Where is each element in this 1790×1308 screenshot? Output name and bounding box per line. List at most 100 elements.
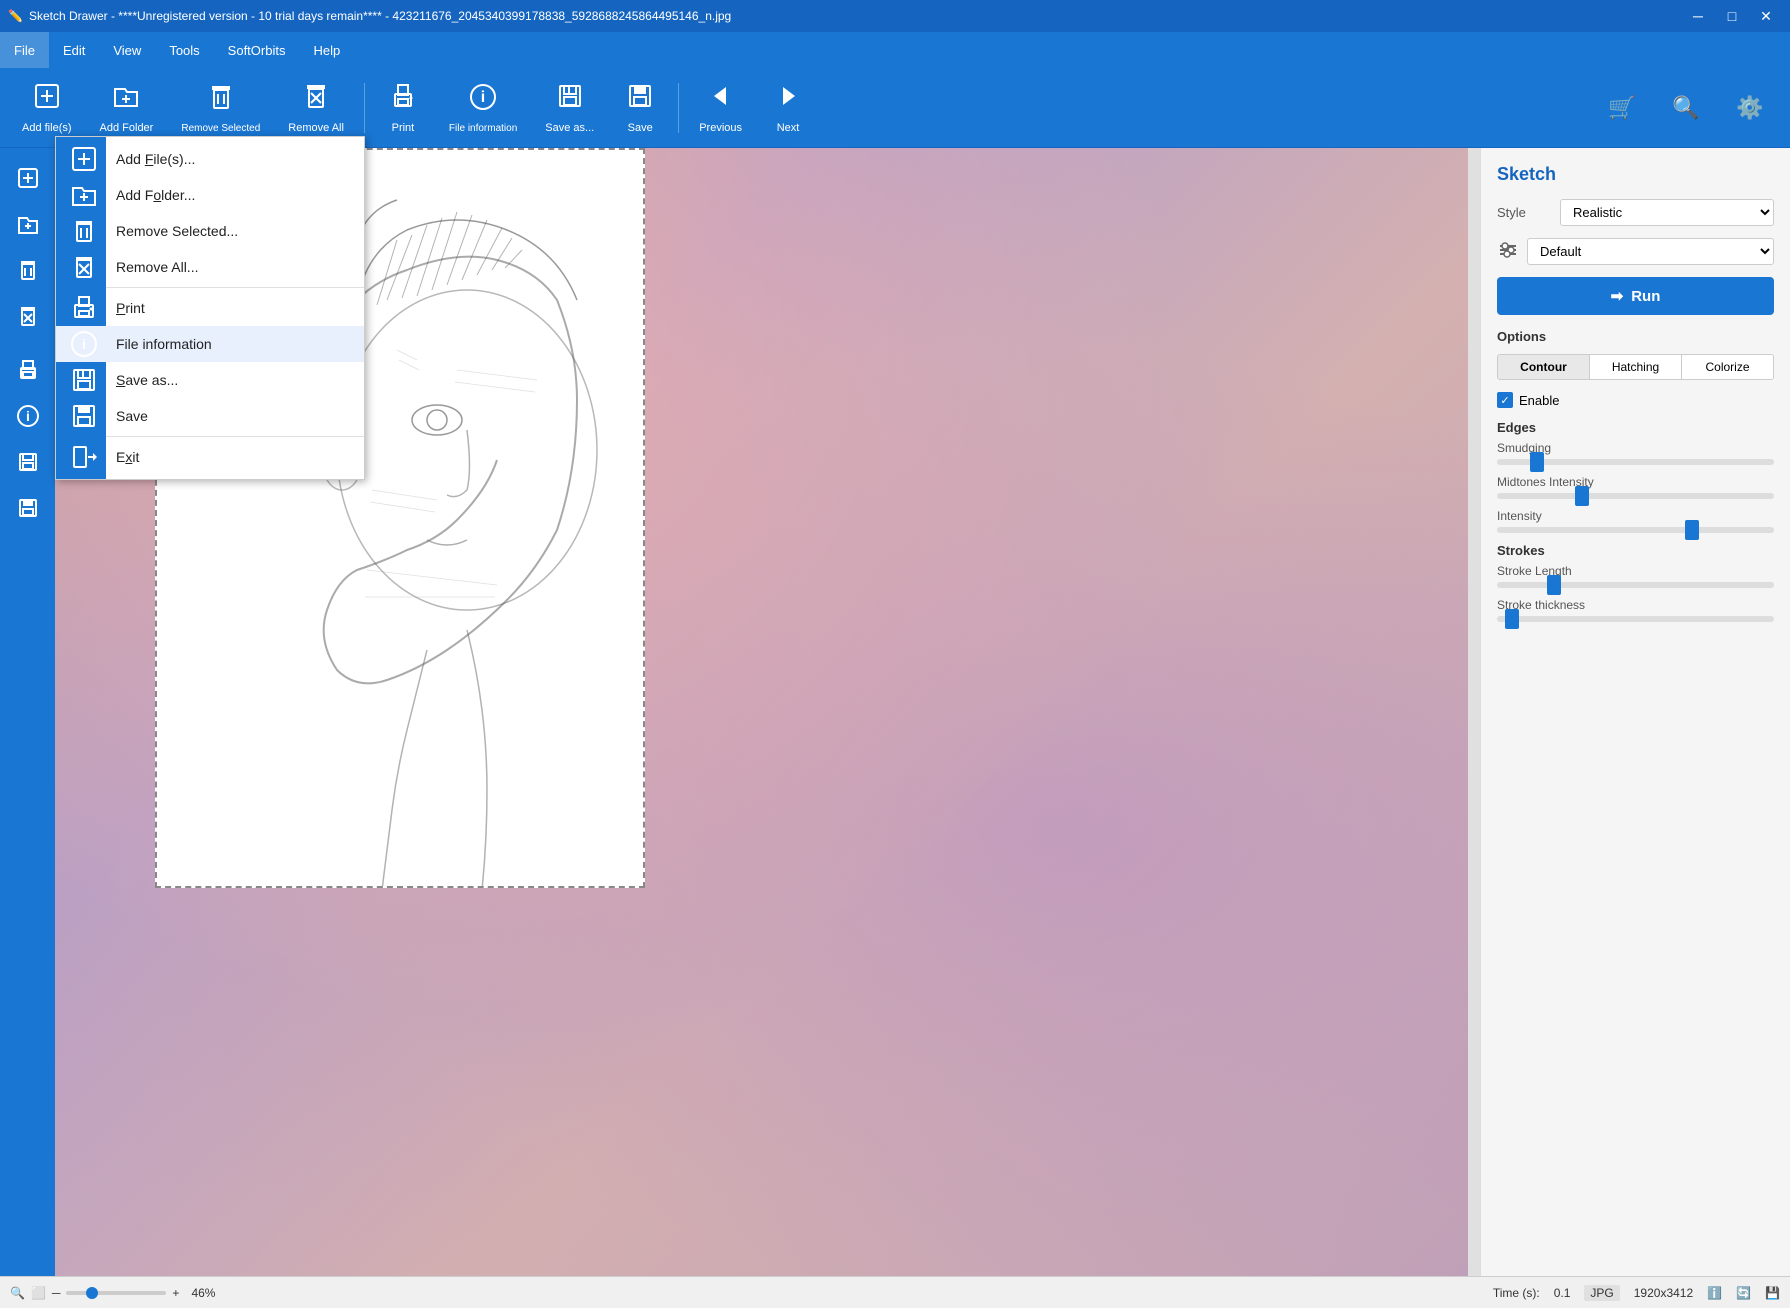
print-icon xyxy=(388,81,418,118)
stroke-thickness-label: Stroke thickness xyxy=(1497,598,1774,612)
menu-softorbits[interactable]: SoftOrbits xyxy=(214,32,300,68)
menu-save-label: Save xyxy=(116,408,148,424)
zoom-percent: 46% xyxy=(191,1286,215,1300)
menu-edit[interactable]: Edit xyxy=(49,32,99,68)
midtones-slider[interactable] xyxy=(1497,493,1774,499)
smudging-slider[interactable] xyxy=(1497,459,1774,465)
menu-add-files-label: Add File(s)... xyxy=(116,151,195,167)
toolbar-print[interactable]: Print xyxy=(373,75,433,140)
toolbar-next[interactable]: Next xyxy=(758,75,818,140)
menu-file-info-label: File information xyxy=(116,336,212,352)
sidebar-print[interactable] xyxy=(6,348,50,392)
toolbar-file-info-label: File information xyxy=(449,123,517,134)
toolbar-previous-label: Previous xyxy=(699,122,742,134)
sidebar-file-info[interactable]: i xyxy=(6,394,50,438)
run-button[interactable]: ➡ Run xyxy=(1497,277,1774,315)
time-label: Time (s): xyxy=(1493,1286,1540,1300)
time-value: 0.1 xyxy=(1554,1286,1571,1300)
options-tabs: Contour Hatching Colorize xyxy=(1497,354,1774,380)
sidebar-save[interactable] xyxy=(6,486,50,530)
save-icon xyxy=(625,81,655,118)
statusbar-icon-3[interactable]: 💾 xyxy=(1765,1286,1780,1300)
presets-select[interactable]: Default xyxy=(1527,238,1774,265)
toolbar-previous[interactable]: Previous xyxy=(687,75,754,140)
menu-remove-selected[interactable]: Remove Selected... xyxy=(56,213,364,249)
menu-exit[interactable]: Exit xyxy=(56,439,364,475)
stroke-length-slider[interactable] xyxy=(1497,582,1774,588)
toolbar-print-label: Print xyxy=(392,122,415,134)
menu-help[interactable]: Help xyxy=(299,32,354,68)
menu-view[interactable]: View xyxy=(99,32,155,68)
style-select[interactable]: Realistic xyxy=(1560,199,1774,226)
midtones-label: Midtones Intensity xyxy=(1497,475,1774,489)
stroke-thickness-slider[interactable] xyxy=(1497,616,1774,622)
svg-text:i: i xyxy=(26,408,30,424)
titlebar: ✏️ Sketch Drawer - ****Unregistered vers… xyxy=(0,0,1790,32)
stroke-thickness-thumb[interactable] xyxy=(1505,609,1519,629)
menu-add-files[interactable]: Add File(s)... xyxy=(56,141,364,177)
sidebar-add-files[interactable] xyxy=(6,156,50,200)
intensity-label: Intensity xyxy=(1497,509,1774,523)
strokes-title: Strokes xyxy=(1497,543,1774,558)
menu-save[interactable]: Save xyxy=(56,398,364,434)
sidebar-remove-selected[interactable] xyxy=(6,248,50,292)
maximize-button[interactable]: □ xyxy=(1716,0,1748,32)
svg-text:i: i xyxy=(82,336,86,352)
menu-remove-selected-label: Remove Selected... xyxy=(116,223,238,239)
sidebar-add-folder[interactable] xyxy=(6,202,50,246)
intensity-slider[interactable] xyxy=(1497,527,1774,533)
save-as-icon xyxy=(555,81,585,118)
toolbar-save-as-label: Save as... xyxy=(545,122,594,134)
menu-remove-all[interactable]: Remove All... xyxy=(56,249,364,285)
midtones-thumb[interactable] xyxy=(1575,486,1589,506)
toolbar-settings[interactable]: ⚙️ xyxy=(1720,89,1780,127)
intensity-thumb[interactable] xyxy=(1685,520,1699,540)
tab-colorize[interactable]: Colorize xyxy=(1682,355,1773,379)
app-icon: ✏️ xyxy=(8,9,23,23)
statusbar-icon-1[interactable]: ℹ️ xyxy=(1707,1286,1722,1300)
menu-save-as[interactable]: Save as... xyxy=(56,362,364,398)
run-arrow-icon: ➡ xyxy=(1611,287,1624,305)
menu-file-info-icon: i xyxy=(68,328,100,360)
zoom-plus-icon[interactable]: + xyxy=(172,1286,179,1300)
toolbar-save[interactable]: Save xyxy=(610,75,670,140)
panel-title: Sketch xyxy=(1497,164,1774,185)
stroke-length-thumb[interactable] xyxy=(1547,575,1561,595)
toolbar-cart[interactable]: 🛒 xyxy=(1592,89,1652,127)
close-button[interactable]: ✕ xyxy=(1750,0,1782,32)
enable-label: Enable xyxy=(1519,393,1559,408)
zoom-slider[interactable] xyxy=(66,1291,166,1295)
smudging-thumb[interactable] xyxy=(1530,452,1544,472)
zoom-minus-icon[interactable]: ─ xyxy=(52,1286,61,1300)
menu-print[interactable]: Print xyxy=(56,290,364,326)
strokes-section: Strokes Stroke Length Stroke thickness xyxy=(1497,543,1774,622)
menu-remove-all-icon xyxy=(68,251,100,283)
toolbar-search[interactable]: 🔍 xyxy=(1656,89,1716,127)
enable-checkbox[interactable]: ✓ xyxy=(1497,392,1513,408)
menu-file[interactable]: File xyxy=(0,32,49,68)
toolbar-save-as[interactable]: Save as... xyxy=(533,75,606,140)
menu-print-label: Print xyxy=(116,300,145,316)
tab-contour[interactable]: Contour xyxy=(1498,355,1590,379)
titlebar-title: Sketch Drawer - ****Unregistered version… xyxy=(29,9,731,23)
sidebar-remove-all[interactable] xyxy=(6,294,50,338)
menu-add-folder-icon xyxy=(68,179,100,211)
zoom-search-icon: 🔍 xyxy=(10,1286,25,1300)
cart-icon: 🛒 xyxy=(1608,95,1635,121)
minimize-button[interactable]: ─ xyxy=(1682,0,1714,32)
sidebar-save-as[interactable] xyxy=(6,440,50,484)
options-title: Options xyxy=(1497,329,1774,344)
menu-save-as-label: Save as... xyxy=(116,372,178,388)
statusbar-icon-2[interactable]: 🔄 xyxy=(1736,1286,1751,1300)
menu-print-icon xyxy=(68,292,100,324)
enable-row: ✓ Enable xyxy=(1497,392,1774,408)
dimensions: 1920x3412 xyxy=(1634,1286,1693,1300)
menu-file-info[interactable]: i File information xyxy=(56,326,364,362)
toolbar-next-label: Next xyxy=(777,122,800,134)
toolbar-file-info[interactable]: i File information xyxy=(437,76,529,140)
tab-hatching[interactable]: Hatching xyxy=(1590,355,1682,379)
vertical-scrollbar[interactable] xyxy=(1468,148,1480,1276)
menu-add-folder[interactable]: Add Folder... xyxy=(56,177,364,213)
gear-icon: ⚙️ xyxy=(1736,95,1763,121)
menu-tools[interactable]: Tools xyxy=(155,32,213,68)
